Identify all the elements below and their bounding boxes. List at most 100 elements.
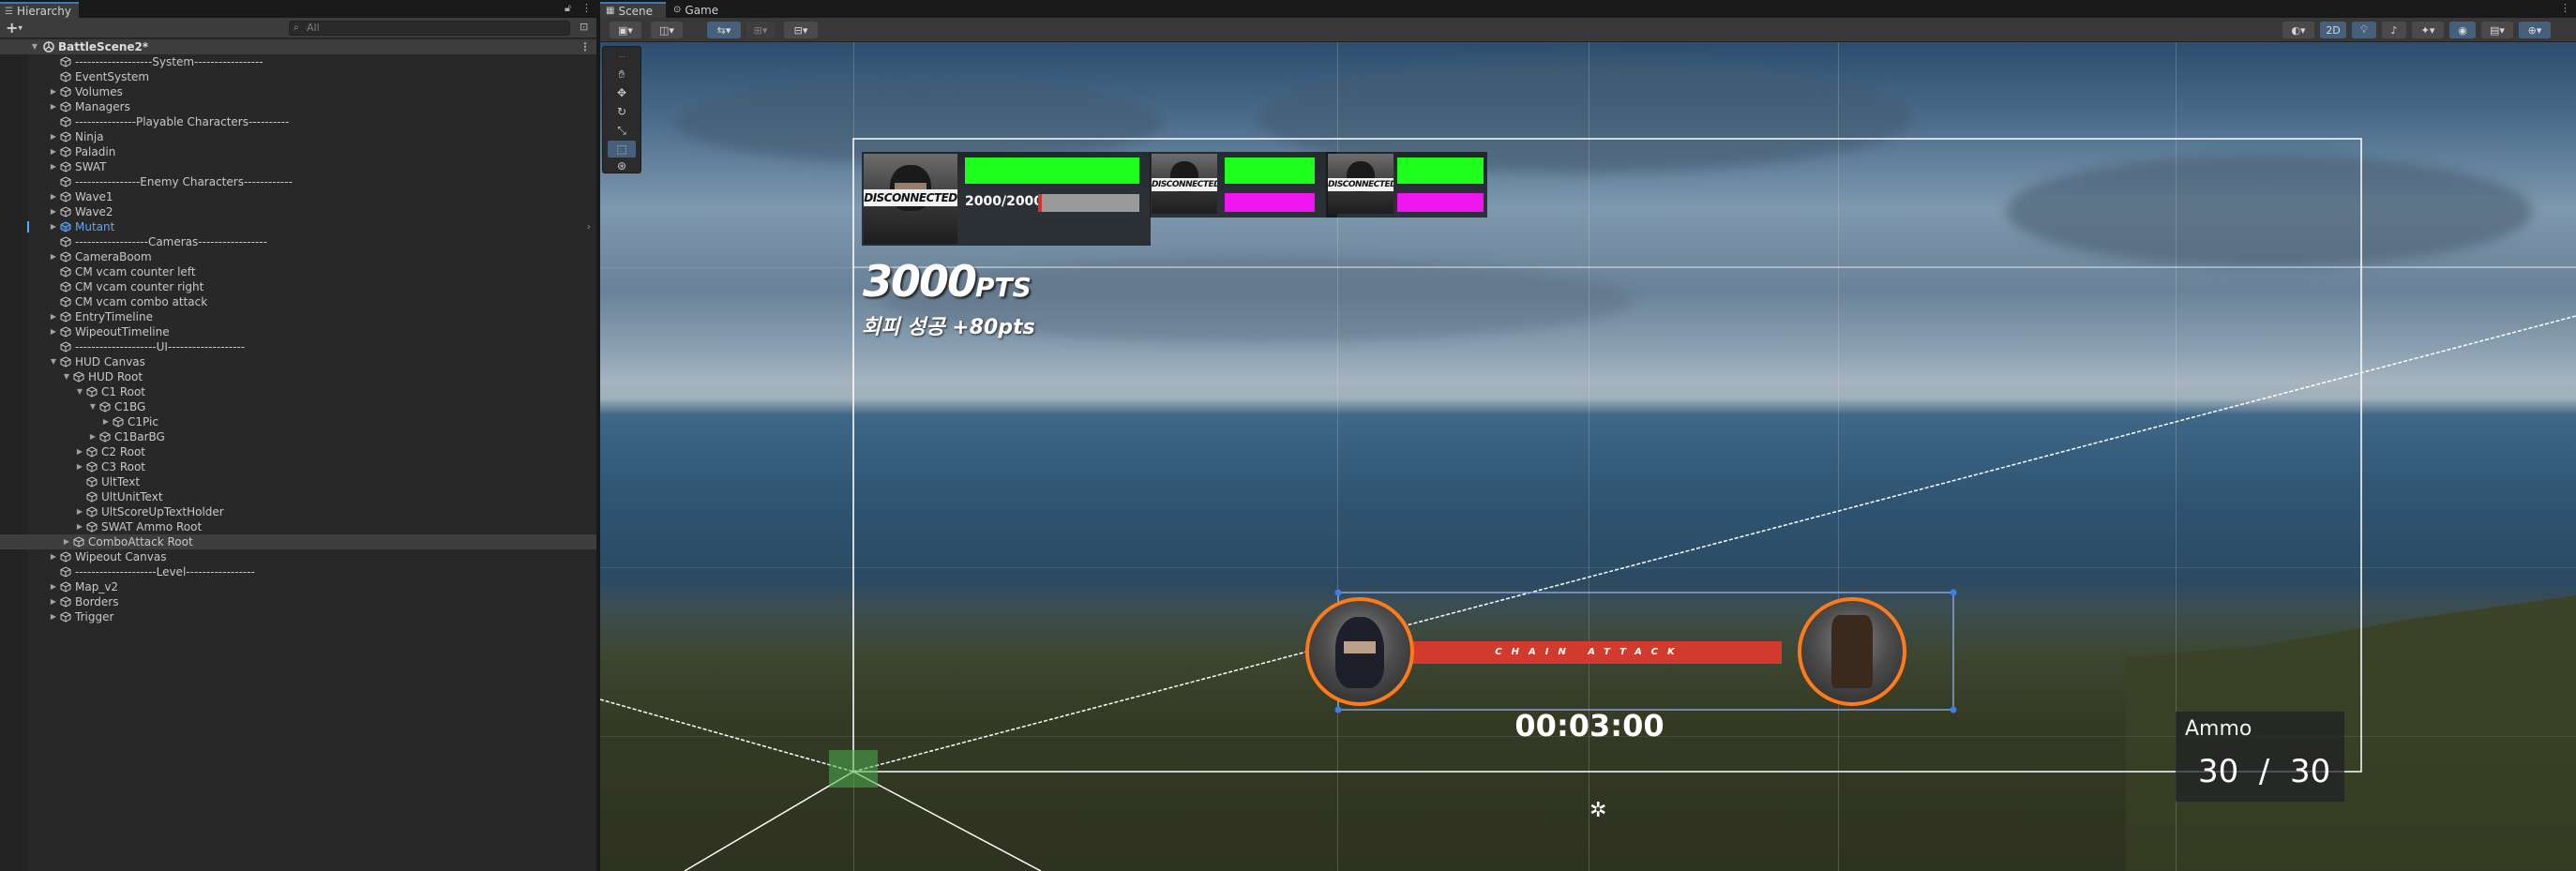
hierarchy-item[interactable]: -------------------System---------------… — [0, 54, 596, 69]
effects-dropdown[interactable]: ✦▾ — [2412, 22, 2444, 38]
hierarchy-item[interactable]: CM vcam counter left — [0, 264, 596, 279]
expand-arrow-icon[interactable]: ▶ — [49, 99, 58, 114]
expand-arrow-icon[interactable]: ▶ — [49, 144, 58, 159]
increment-snap-dropdown[interactable]: ⊟▾ — [784, 22, 818, 38]
expand-arrow-icon[interactable]: ▶ — [49, 609, 58, 624]
snap-toggle[interactable]: ⊞▾ — [746, 22, 775, 38]
visibility-toggle[interactable]: ◉ — [2449, 22, 2476, 38]
lock-icon[interactable]: 🔓︎ — [565, 2, 571, 15]
hierarchy-item[interactable]: ▶ CameraBoom — [0, 249, 596, 264]
hierarchy-item[interactable]: ▶ Managers — [0, 99, 596, 114]
hierarchy-item[interactable]: ▶ SWAT — [0, 159, 596, 174]
pivot-handle-icon[interactable]: ✲ — [1589, 799, 1606, 822]
hierarchy-item[interactable]: ▶ EntryTimeline — [0, 309, 596, 324]
gizmos-dropdown[interactable]: ⊕▾ — [2519, 22, 2551, 38]
hierarchy-item[interactable]: --------------------UI------------------… — [0, 339, 596, 354]
transform-tool-icon[interactable]: ⊛ — [608, 158, 636, 174]
collapse-arrow-icon[interactable]: ▼ — [88, 399, 98, 414]
lighting-toggle[interactable]: 💡︎ — [2352, 22, 2376, 38]
draw-mode-dropdown[interactable]: ▣▾ — [610, 22, 641, 38]
add-object-button[interactable]: +▾ — [6, 19, 23, 37]
expand-arrow-icon[interactable]: ▶ — [49, 579, 58, 594]
expand-arrow-icon[interactable]: ▶ — [49, 249, 58, 264]
hierarchy-item[interactable]: ▶ SWAT Ammo Root — [0, 519, 596, 534]
hierarchy-item[interactable]: ▶ C1Pic — [0, 414, 596, 429]
hierarchy-item[interactable]: ▶ Mutant › — [0, 219, 596, 234]
hierarchy-item[interactable]: ▶ Wipeout Canvas — [0, 549, 596, 564]
scale-tool-icon[interactable]: ⤡ — [608, 122, 636, 139]
hierarchy-item[interactable]: ▶ Wave2 — [0, 204, 596, 219]
audio-toggle[interactable]: ♪ — [2382, 22, 2406, 38]
palette-grip-icon[interactable]: ⋯ — [608, 49, 636, 66]
mode-2d-button[interactable]: 2D — [2320, 22, 2346, 38]
hierarchy-item[interactable]: ▶ WipeoutTimeline — [0, 324, 596, 339]
collapse-arrow-icon[interactable]: ▼ — [75, 384, 84, 399]
hierarchy-item[interactable]: ▶ Map_v2 — [0, 579, 596, 594]
expand-arrow-icon[interactable]: ▶ — [49, 189, 58, 204]
expand-arrow-icon[interactable]: ▶ — [101, 414, 111, 429]
scene-viewport[interactable]: ⋯ ✋︎ ✥ ↻ ⤡ ⬚ ⊛ DISCONNECTED 2000/2000 DI… — [600, 42, 2576, 871]
expand-arrow-icon[interactable]: ▶ — [88, 429, 98, 444]
scene-menu-icon[interactable]: ⋮ — [580, 39, 591, 54]
expand-arrow-icon[interactable]: ▶ — [75, 459, 84, 474]
hierarchy-item[interactable]: ▶ Trigger — [0, 609, 596, 624]
expand-arrow-icon[interactable]: ▶ — [75, 519, 84, 534]
tab-scene[interactable]: ▦ Scene — [600, 2, 666, 18]
hierarchy-item[interactable]: ▶ Ninja — [0, 129, 596, 144]
kebab-menu-icon[interactable]: ⋮ — [581, 2, 592, 14]
hierarchy-item[interactable]: CM vcam combo attack — [0, 294, 596, 309]
pivot-toggle[interactable]: ⇆▾ — [707, 22, 741, 38]
expand-arrow-icon[interactable]: ▶ — [49, 309, 58, 324]
tab-hierarchy[interactable]: ☰ Hierarchy — [0, 2, 79, 18]
hierarchy-item[interactable]: ----------------Enemy Characters--------… — [0, 174, 596, 189]
hierarchy-item[interactable]: UltText — [0, 474, 596, 489]
expand-arrow-icon[interactable]: ▶ — [49, 324, 58, 339]
expand-arrow-icon[interactable]: ▶ — [49, 549, 58, 564]
hierarchy-item[interactable]: ▶ Volumes — [0, 84, 596, 99]
expand-arrow-icon[interactable]: ▶ — [49, 159, 58, 174]
expand-arrow-icon[interactable]: ▼ — [30, 39, 39, 54]
hierarchy-item[interactable]: UltUnitText — [0, 489, 596, 504]
hierarchy-item[interactable]: --------------------Level---------------… — [0, 564, 596, 579]
expand-arrow-icon[interactable]: ▶ — [49, 219, 58, 234]
hierarchy-item[interactable]: ▶ UltScoreUpTextHolder — [0, 504, 596, 519]
hierarchy-item[interactable]: ▶ Wave1 — [0, 189, 596, 204]
hierarchy-item[interactable]: ▶ Borders — [0, 594, 596, 609]
render-mode-dropdown[interactable]: ◫▾ — [651, 22, 683, 38]
expand-arrow-icon[interactable]: ▶ — [49, 84, 58, 99]
hierarchy-item[interactable]: ▼ HUD Canvas — [0, 354, 596, 369]
expand-arrow-icon[interactable]: ▶ — [49, 129, 58, 144]
scene-kebab-icon[interactable]: ⋮ — [2560, 2, 2570, 14]
open-prefab-chevron-icon[interactable]: › — [587, 219, 591, 234]
hierarchy-item[interactable]: ▶ C2 Root — [0, 444, 596, 459]
hierarchy-item[interactable]: EventSystem — [0, 69, 596, 84]
hierarchy-item[interactable]: ▼ C1 Root — [0, 384, 596, 399]
hierarchy-item[interactable]: ▼ HUD Root — [0, 369, 596, 384]
shading-dropdown[interactable]: ◐▾ — [2282, 22, 2314, 38]
rect-tool-icon[interactable]: ⬚ — [608, 141, 636, 158]
gameobject-cube-icon — [60, 131, 71, 143]
camera-dropdown[interactable]: ▤▾ — [2481, 22, 2513, 38]
hierarchy-item[interactable]: ▶ C3 Root — [0, 459, 596, 474]
expand-arrow-icon[interactable]: ▶ — [49, 594, 58, 609]
collapse-arrow-icon[interactable]: ▼ — [49, 354, 58, 369]
expand-arrow-icon[interactable]: ▶ — [75, 444, 84, 459]
hierarchy-item[interactable]: ▶ Paladin — [0, 144, 596, 159]
scene-search-icon[interactable]: ⊡ — [580, 21, 588, 33]
hierarchy-item[interactable]: ▶ ComboAttack Root — [0, 534, 596, 549]
hierarchy-item[interactable]: ---------------Playable Characters------… — [0, 114, 596, 129]
scene-row[interactable]: ▼ BattleScene2* ⋮ — [0, 39, 596, 54]
hierarchy-item[interactable]: ▶ C1BarBG — [0, 429, 596, 444]
hierarchy-item[interactable]: CM vcam counter right — [0, 279, 596, 294]
hierarchy-item[interactable]: ------------------Cameras---------------… — [0, 234, 596, 249]
expand-arrow-icon[interactable]: ▶ — [62, 534, 71, 549]
tab-game[interactable]: ⊙ Game — [668, 2, 733, 18]
expand-arrow-icon[interactable]: ▶ — [49, 204, 58, 219]
hierarchy-item[interactable]: ▼ C1BG — [0, 399, 596, 414]
rotate-tool-icon[interactable]: ↻ — [608, 103, 636, 120]
expand-arrow-icon[interactable]: ▶ — [75, 504, 84, 519]
collapse-arrow-icon[interactable]: ▼ — [62, 369, 71, 384]
hand-tool-icon[interactable]: ✋︎ — [608, 66, 636, 83]
hierarchy-search-field[interactable]: ⌕ All — [289, 21, 570, 36]
move-tool-icon[interactable]: ✥ — [608, 84, 636, 101]
